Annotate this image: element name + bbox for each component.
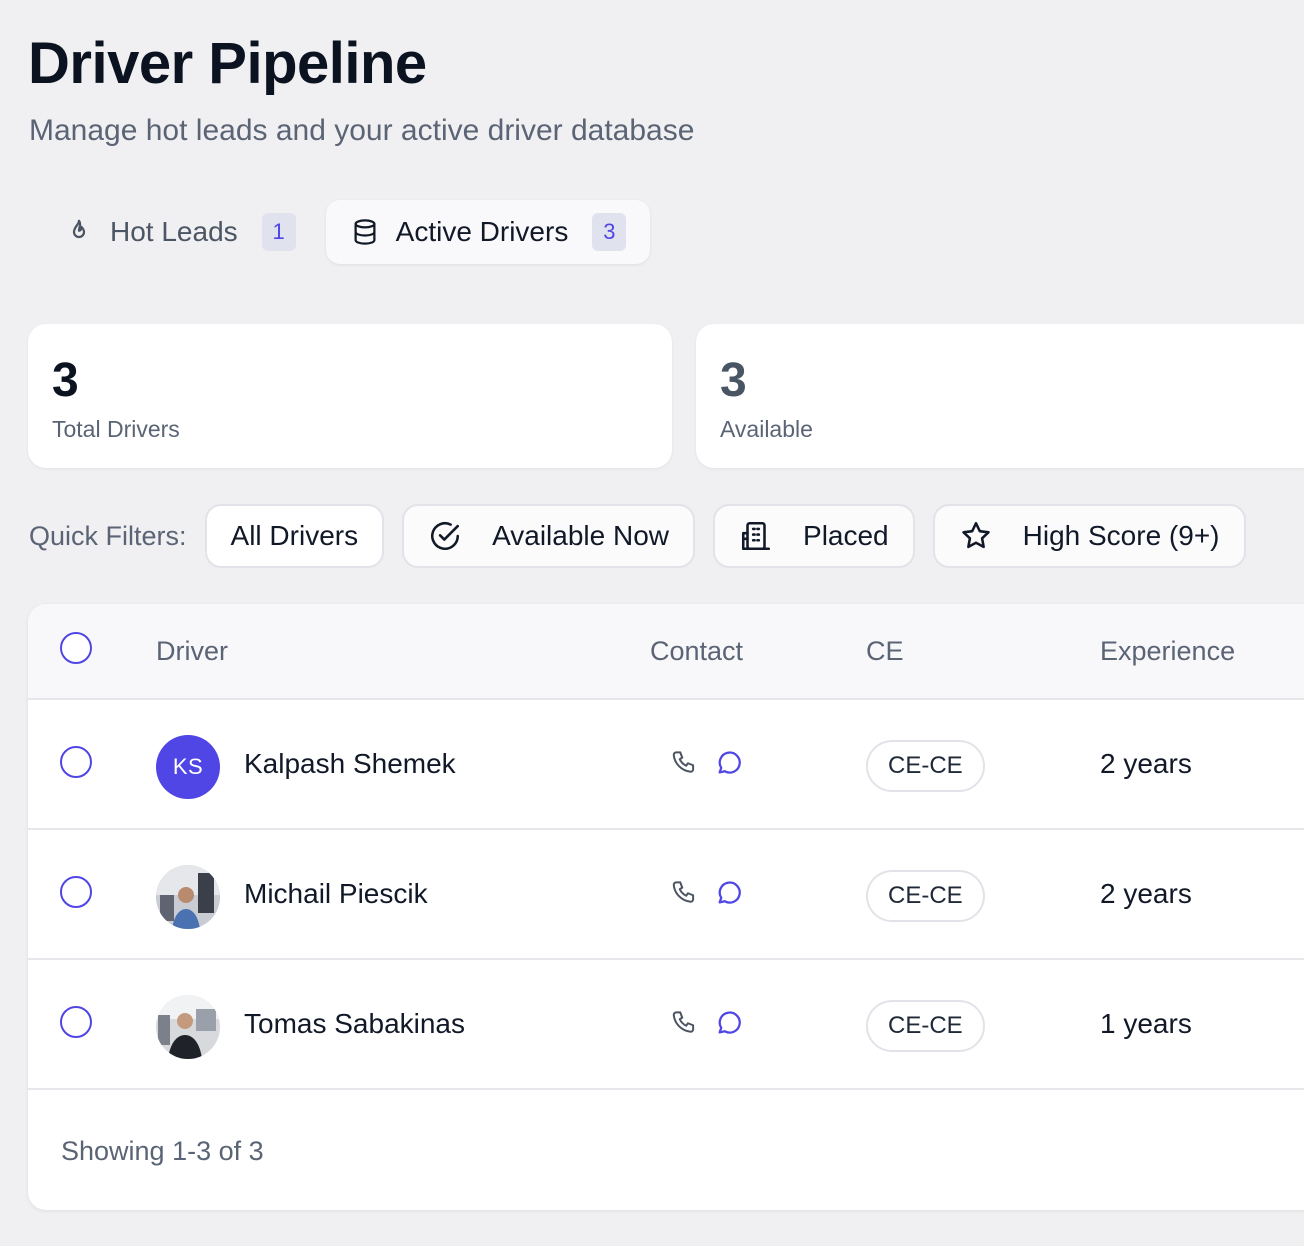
phone-icon[interactable]: [670, 748, 700, 778]
pagination-summary: Showing 1-3 of 3: [61, 1136, 264, 1166]
row-select-checkbox[interactable]: [60, 746, 92, 778]
stat-card-total-drivers: 3 Total Drivers: [28, 324, 672, 468]
filter-label: Available Now: [492, 520, 670, 551]
experience-value: 2 years: [1100, 878, 1192, 909]
driver-photo: [156, 865, 220, 929]
check-circle-icon: [431, 521, 460, 551]
filter-high-score[interactable]: High Score (9+): [932, 504, 1246, 568]
contact-actions: [670, 878, 744, 908]
tab-label: Hot Leads: [110, 216, 238, 247]
ce-badge: CE-CE: [866, 1000, 985, 1052]
contact-actions: [670, 1008, 744, 1038]
select-all-checkbox[interactable]: [60, 632, 92, 664]
ce-badge: CE-CE: [866, 740, 985, 792]
row-select-checkbox[interactable]: [60, 1006, 92, 1038]
filter-all-drivers[interactable]: All Drivers: [204, 504, 385, 568]
filter-label: All Drivers: [230, 520, 359, 551]
column-header-contact[interactable]: Contact: [650, 636, 743, 667]
tab-bar: Hot Leads 1 Active Drivers 3: [40, 200, 651, 264]
stat-value: 3: [52, 354, 79, 407]
driver-photo: [156, 995, 220, 1059]
experience-value: 1 years: [1100, 1008, 1192, 1039]
phone-icon[interactable]: [670, 1008, 700, 1038]
table-row[interactable]: Tomas Sabakinas CE-CE 1 years: [28, 960, 1304, 1090]
table-row[interactable]: KS Kalpash Shemek CE-CE 2 years: [28, 700, 1304, 830]
avatar: [156, 865, 220, 929]
driver-pipeline-page: Driver Pipeline Manage hot leads and you…: [0, 0, 1304, 1246]
drivers-table: Driver Contact CE Experience KS Kalpash …: [28, 604, 1304, 1210]
filter-available-now[interactable]: Available Now: [402, 504, 696, 568]
ce-badge: CE-CE: [866, 870, 985, 922]
message-icon[interactable]: [714, 878, 744, 908]
avatar: KS: [156, 735, 220, 799]
database-icon: [354, 219, 376, 245]
table-header: Driver Contact CE Experience: [28, 604, 1304, 700]
tab-active-drivers[interactable]: Active Drivers 3: [325, 200, 651, 264]
column-header-experience[interactable]: Experience: [1100, 636, 1235, 667]
column-header-driver[interactable]: Driver: [156, 636, 228, 667]
driver-name[interactable]: Tomas Sabakinas: [244, 1008, 465, 1040]
flame-icon: [72, 219, 86, 239]
stat-card-available: 3 Available: [696, 324, 1304, 468]
stat-label: Available: [720, 416, 813, 442]
tab-count-badge: 3: [592, 213, 627, 251]
stat-label: Total Drivers: [52, 416, 180, 442]
page-title: Driver Pipeline: [28, 31, 427, 96]
star-icon: [961, 521, 990, 549]
table-row[interactable]: Michail Piescik CE-CE 2 years: [28, 830, 1304, 960]
tab-hot-leads[interactable]: Hot Leads 1: [40, 200, 320, 264]
driver-name[interactable]: Kalpash Shemek: [244, 748, 456, 780]
column-header-ce[interactable]: CE: [866, 636, 904, 667]
contact-actions: [670, 748, 744, 778]
filter-label: High Score (9+): [1022, 520, 1220, 551]
row-select-checkbox[interactable]: [60, 876, 92, 908]
stat-value: 3: [720, 354, 747, 407]
message-icon[interactable]: [714, 748, 744, 778]
quick-filters: Quick Filters: All Drivers Available Now…: [29, 504, 1264, 568]
tab-label: Active Drivers: [395, 216, 569, 247]
page-subtitle: Manage hot leads and your active driver …: [29, 114, 695, 147]
tab-count-badge: 1: [261, 213, 296, 251]
experience-value: 2 years: [1100, 748, 1192, 779]
building-icon: [741, 521, 771, 551]
phone-icon[interactable]: [670, 878, 700, 908]
quick-filters-label: Quick Filters:: [29, 520, 187, 551]
avatar: [156, 995, 220, 1059]
driver-name[interactable]: Michail Piescik: [244, 878, 428, 910]
filter-placed[interactable]: Placed: [713, 504, 915, 568]
message-icon[interactable]: [714, 1008, 744, 1038]
filter-label: Placed: [803, 520, 889, 551]
